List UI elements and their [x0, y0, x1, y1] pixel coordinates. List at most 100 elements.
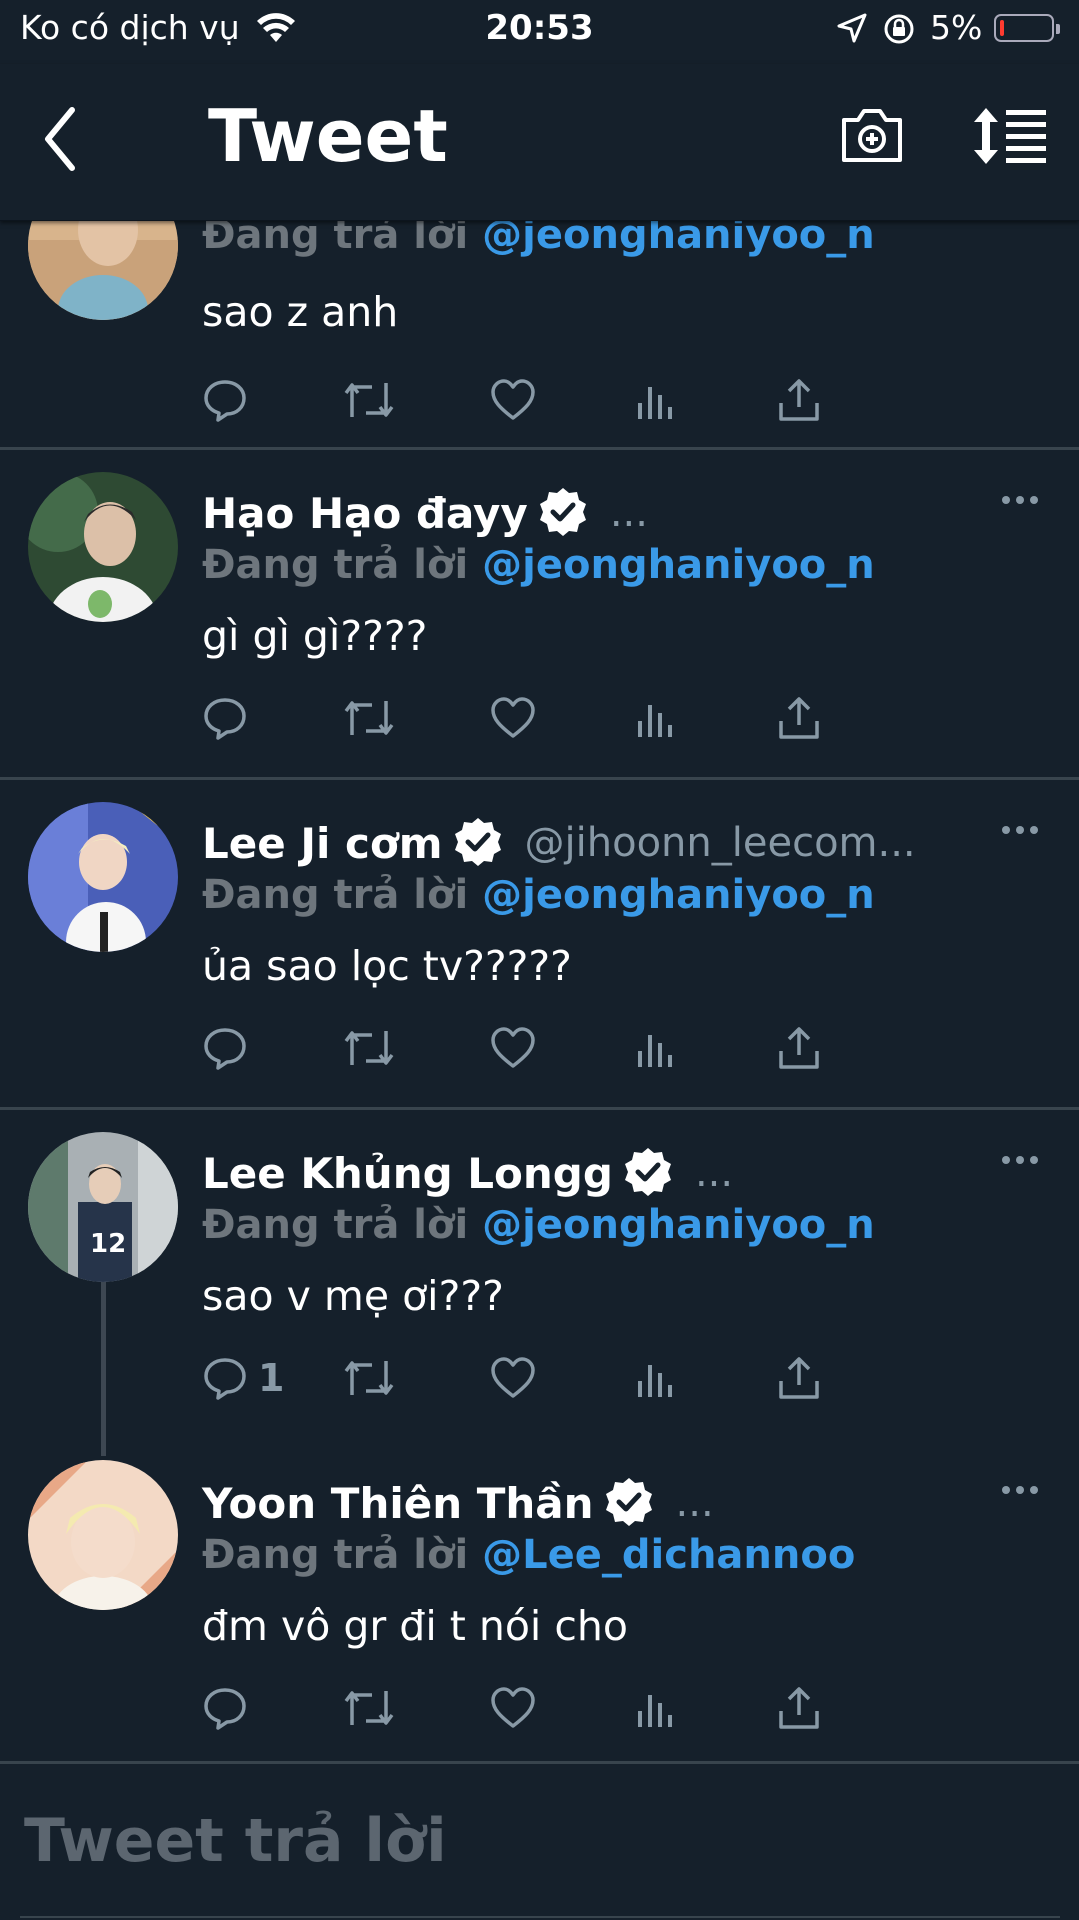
retweet-button[interactable] — [342, 1680, 396, 1736]
replying-to: Đang trả lời @jeonghaniyoo_n — [202, 1202, 875, 1248]
verified-badge-icon — [539, 488, 586, 536]
tweet-actions — [202, 690, 962, 746]
divider — [20, 1916, 1060, 1918]
clock: 20:53 — [485, 8, 594, 48]
heart-icon — [491, 1687, 535, 1728]
tweet-actions — [202, 372, 962, 428]
analytics-button[interactable] — [636, 1350, 676, 1406]
reply-button[interactable] — [202, 1680, 258, 1736]
analytics-button[interactable] — [636, 690, 676, 746]
author-name[interactable]: Hạo Hạo đayy — [202, 489, 528, 538]
heart-icon — [491, 697, 535, 738]
analytics-icon — [638, 705, 672, 737]
reply-button[interactable]: 1 — [202, 1350, 284, 1406]
page-title: Tweet — [208, 94, 448, 178]
retweet-icon — [344, 1361, 394, 1395]
status-bar: Ko có dịch vụ 20:53 5% — [0, 0, 1079, 64]
like-button[interactable] — [490, 1020, 536, 1076]
svg-text:12: 12 — [90, 1229, 126, 1259]
share-icon — [779, 1687, 819, 1729]
retweet-icon — [344, 1031, 394, 1065]
reply-count: 1 — [258, 1356, 285, 1400]
share-icon — [779, 697, 819, 739]
verified-badge-icon — [624, 1148, 671, 1196]
retweet-button[interactable] — [342, 690, 396, 746]
avatar[interactable]: 12 — [28, 1132, 178, 1282]
reply-bubble-icon — [204, 1688, 246, 1730]
more-options-icon[interactable] — [1000, 820, 1040, 840]
share-button[interactable] — [776, 690, 822, 746]
mention-link[interactable]: @jeonghaniyoo_n — [482, 542, 875, 588]
analytics-button[interactable] — [636, 1020, 676, 1076]
mention-link[interactable]: @Lee_dichannoo — [482, 1532, 855, 1578]
replying-to: Đang trả lời @Lee_dichannoo — [202, 1532, 856, 1578]
heart-icon — [491, 1357, 535, 1398]
reply-bubble-icon — [204, 1028, 246, 1070]
reply-bubble-icon — [204, 1358, 246, 1400]
mention-link[interactable]: @jeonghaniyoo_n — [482, 872, 875, 918]
like-button[interactable] — [490, 1350, 536, 1406]
share-button[interactable] — [776, 1020, 822, 1076]
avatar[interactable] — [28, 802, 178, 952]
tweet-actions — [202, 1680, 962, 1736]
reply-compose-bar[interactable]: Tweet trả lời — [0, 1762, 1079, 1920]
verified-badge-icon — [454, 818, 501, 866]
tweet-text: gì gì gì???? — [202, 612, 428, 660]
analytics-icon — [638, 1035, 672, 1067]
share-icon — [779, 1027, 819, 1069]
verified-badge-icon — [605, 1478, 652, 1526]
author-name[interactable]: Yoon Thiên Thần — [202, 1479, 594, 1528]
author-name[interactable]: Lee Khủng Longg — [202, 1149, 613, 1198]
tweet-text: sao v mẹ ơi??? — [202, 1272, 504, 1320]
mention-link[interactable]: @jeonghaniyoo_n — [482, 1202, 875, 1248]
retweet-button[interactable] — [342, 1020, 396, 1076]
retweet-button[interactable] — [342, 1350, 396, 1406]
retweet-button[interactable] — [342, 372, 396, 428]
share-button[interactable] — [776, 1350, 822, 1406]
battery-percent: 5% — [930, 8, 983, 47]
heart-icon — [491, 1027, 535, 1068]
avatar[interactable] — [28, 1460, 178, 1610]
author-row: Lee Khủng Longg ... — [202, 1144, 733, 1202]
retweet-icon — [344, 383, 394, 417]
reply-input-placeholder[interactable]: Tweet trả lời — [24, 1806, 447, 1876]
author-handle: ... — [609, 490, 648, 536]
reply-tweet[interactable]: Hạo Hạo đayy ... Đang trả lời @jeonghani… — [0, 450, 1079, 780]
replying-to: Đang trả lời @jeonghaniyoo_n — [202, 872, 875, 918]
tweet-actions — [202, 1020, 962, 1076]
reply-button[interactable] — [202, 690, 258, 746]
author-row: Hạo Hạo đayy ... — [202, 484, 648, 542]
more-options-icon[interactable] — [1000, 1480, 1040, 1500]
analytics-button[interactable] — [636, 1680, 676, 1736]
author-row: Lee Ji cơm @jihoonn_leecom... — [202, 814, 916, 872]
like-button[interactable] — [490, 372, 536, 428]
author-handle: @jihoonn_leecom... — [524, 820, 916, 866]
reply-bubble-icon — [204, 698, 246, 740]
sort-replies-icon[interactable] — [972, 106, 1048, 170]
analytics-button[interactable] — [636, 372, 676, 428]
like-button[interactable] — [490, 1680, 536, 1736]
tweet-actions: 1 — [202, 1350, 962, 1406]
share-icon — [779, 1357, 819, 1399]
reply-button[interactable] — [202, 1020, 258, 1076]
avatar[interactable] — [28, 472, 178, 622]
tweet-text: ủa sao lọc tv????? — [202, 942, 572, 990]
share-icon — [779, 379, 819, 421]
replying-to: Đang trả lời @jeonghaniyoo_n — [202, 542, 875, 588]
reply-tweet[interactable]: Lee Ji cơm @jihoonn_leecom... Đang trả l… — [0, 780, 1079, 1110]
analytics-icon — [638, 387, 672, 419]
author-name[interactable]: Lee Ji cơm — [202, 819, 443, 868]
reply-button[interactable] — [202, 372, 258, 428]
reply-tweet[interactable]: 12 Lee Khủng Longg ... Đang trả lời @jeo… — [0, 1110, 1079, 1440]
reply-tweet[interactable]: Yoon Thiên Thần ... Đang trả lời @Lee_di… — [0, 1440, 1079, 1764]
share-button[interactable] — [776, 372, 822, 428]
more-options-icon[interactable] — [1000, 1150, 1040, 1170]
share-button[interactable] — [776, 1680, 822, 1736]
back-chevron-icon[interactable] — [38, 104, 88, 174]
heart-icon — [491, 379, 535, 420]
analytics-icon — [638, 1695, 672, 1727]
more-options-icon[interactable] — [1000, 490, 1040, 510]
add-photo-camera-icon[interactable] — [838, 104, 906, 170]
like-button[interactable] — [490, 690, 536, 746]
orientation-lock-icon — [882, 12, 916, 50]
